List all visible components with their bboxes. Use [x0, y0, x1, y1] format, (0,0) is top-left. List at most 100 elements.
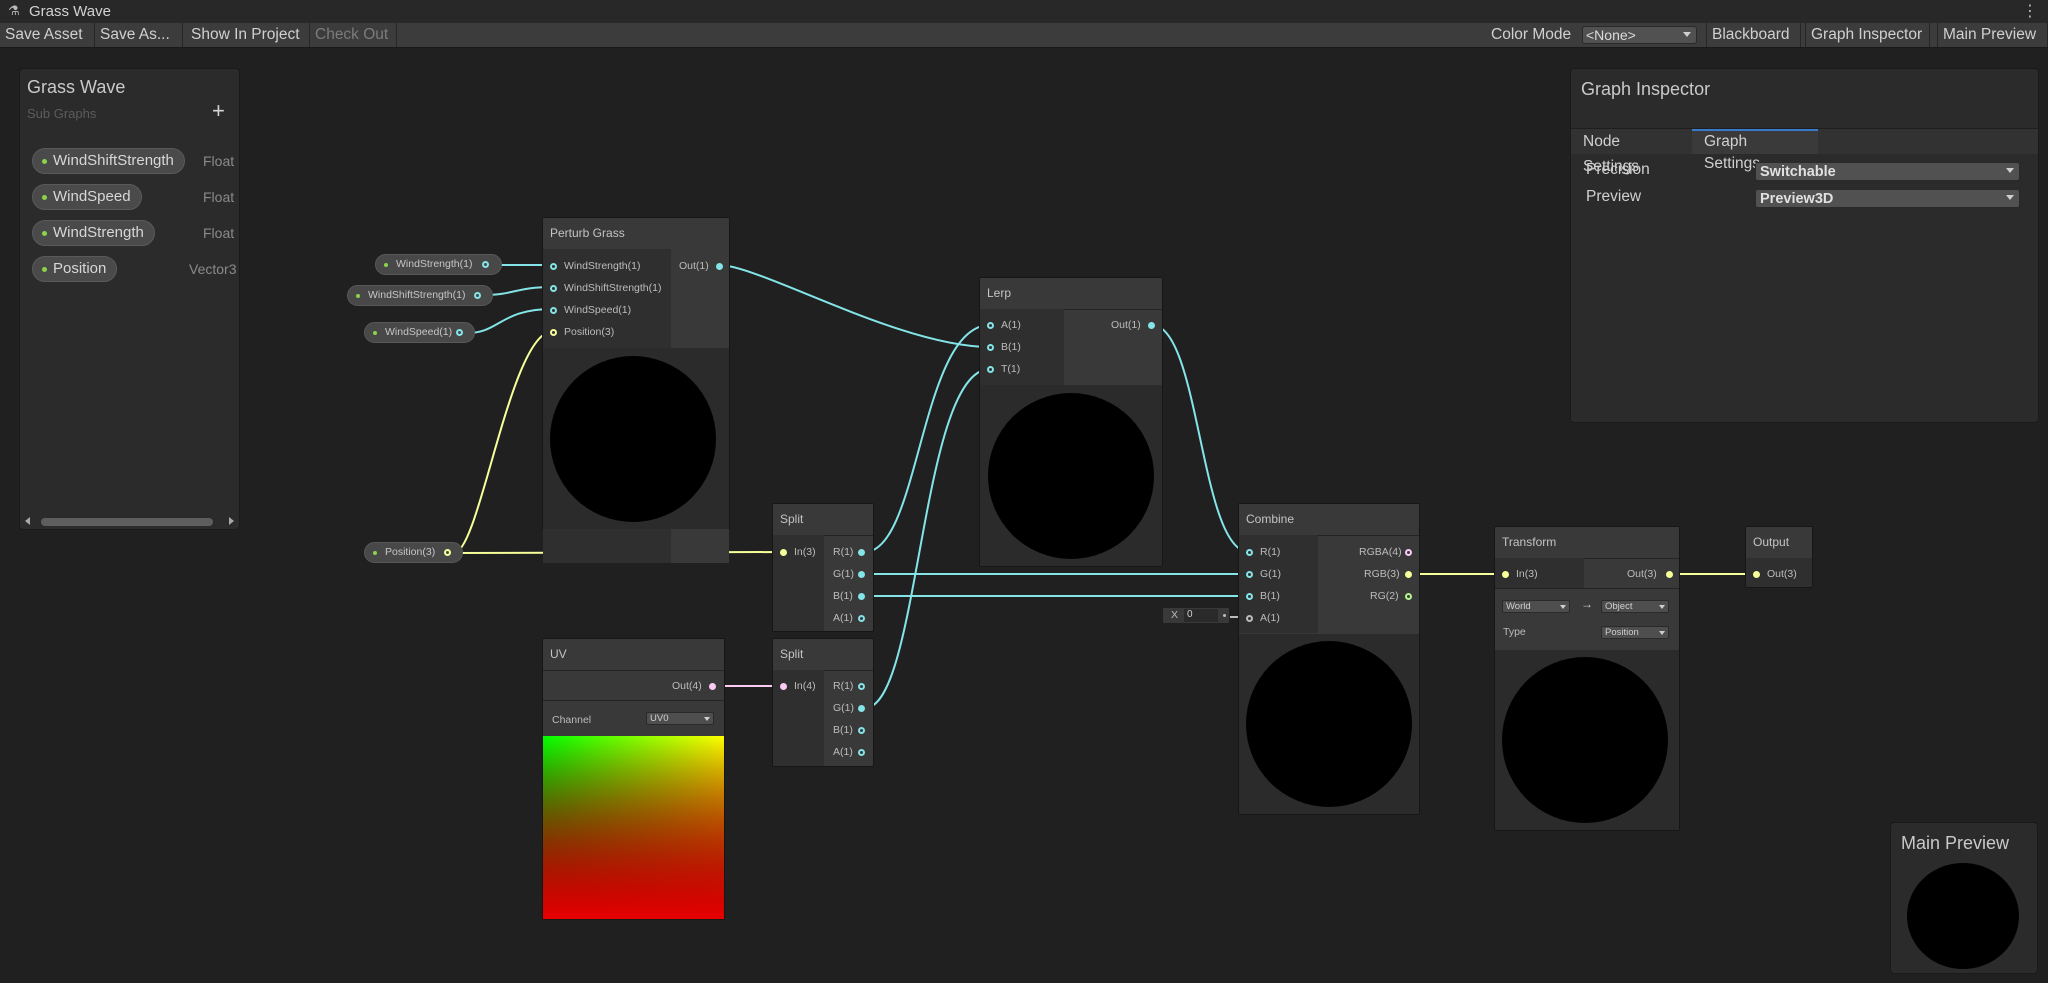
chevron-down-icon: [1659, 631, 1665, 635]
blackboard-toggle[interactable]: Blackboard: [1706, 23, 1801, 47]
combine-node[interactable]: Combine R(1) G(1) B(1) A(1) RGBA(4) RGB(…: [1238, 503, 1420, 815]
scrollbar-thumb[interactable]: [41, 518, 213, 526]
property-node-windshiftstrength[interactable]: WindShiftStrength(1): [347, 285, 493, 306]
main-preview-title: Main Preview: [1901, 833, 2010, 853]
port-dot[interactable]: [550, 329, 557, 336]
perturb-grass-node[interactable]: Perturb Grass WindStrength(1) WindShiftS…: [542, 217, 730, 563]
port-dot[interactable]: [858, 727, 865, 734]
blackboard-property[interactable]: WindSpeed: [32, 184, 142, 210]
property-type: Float: [203, 189, 235, 205]
port-label: In(3): [1516, 568, 1538, 580]
port-dot[interactable]: [1148, 322, 1155, 329]
output-node[interactable]: Output Out(3): [1745, 526, 1813, 588]
color-mode-value: <None>: [1586, 27, 1636, 43]
port-label: WindStrength(1): [564, 260, 641, 272]
show-in-project-button[interactable]: Show In Project: [186, 23, 310, 47]
horizontal-scrollbar[interactable]: [23, 514, 236, 528]
port-dot[interactable]: [987, 366, 994, 373]
blackboard-property[interactable]: Position: [32, 256, 118, 282]
precision-dropdown[interactable]: Switchable: [1755, 162, 2020, 181]
port-dot[interactable]: [858, 683, 865, 690]
tab-graph-settings[interactable]: Graph Settings: [1692, 129, 1818, 172]
save-asset-button[interactable]: Save Asset: [0, 23, 95, 47]
channel-value: UV0: [650, 713, 669, 724]
port-dot[interactable]: [1502, 571, 1509, 578]
port-dot[interactable]: [858, 615, 865, 622]
property-dot: [42, 231, 47, 236]
split-node-2[interactable]: Split In(4) R(1) G(1) B(1) A(1): [772, 638, 874, 767]
split-node[interactable]: Split In(3) R(1) G(1) B(1) A(1): [772, 503, 874, 632]
port-dot[interactable]: [987, 322, 994, 329]
port-dot[interactable]: [550, 285, 557, 292]
port-dot[interactable]: [709, 683, 716, 690]
graph-inspector-toggle[interactable]: Graph Inspector: [1805, 23, 1930, 47]
port-dot[interactable]: [550, 307, 557, 314]
node-title: Perturb Grass: [543, 218, 729, 250]
blackboard-property[interactable]: WindStrength: [32, 220, 155, 246]
port-dot[interactable]: [444, 549, 451, 556]
transform-to-dropdown[interactable]: Object: [1601, 600, 1669, 613]
uv-node[interactable]: UV Out(4) Channel UV0: [542, 638, 725, 920]
scroll-right-icon[interactable]: [229, 517, 234, 525]
port-dot[interactable]: [716, 263, 723, 270]
property-node-windspeed[interactable]: WindSpeed(1): [364, 322, 475, 343]
property-node-windstrength[interactable]: WindStrength(1): [375, 254, 502, 275]
node-preview: [543, 348, 729, 529]
port-dot[interactable]: [550, 263, 557, 270]
x-input[interactable]: 0: [1184, 609, 1218, 622]
chevron-down-icon: [1560, 605, 1566, 609]
port-dot[interactable]: [780, 549, 787, 556]
blackboard-property[interactable]: WindShiftStrength: [32, 148, 185, 174]
blackboard-subtitle: Sub Graphs: [27, 106, 97, 121]
port-dot[interactable]: [987, 344, 994, 351]
port-dot[interactable]: [858, 593, 865, 600]
port-dot[interactable]: [1405, 549, 1412, 556]
property-dot: [42, 195, 47, 200]
port-dot[interactable]: [858, 571, 865, 578]
combine-a-default-field[interactable]: X 0: [1162, 607, 1230, 624]
port-label: Out(4): [672, 680, 702, 692]
port-dot[interactable]: [780, 683, 787, 690]
port-dot[interactable]: [474, 292, 481, 299]
port-dot[interactable]: [1246, 571, 1253, 578]
port-dot[interactable]: [1246, 615, 1253, 622]
port-dot[interactable]: [1666, 571, 1673, 578]
save-as-button[interactable]: Save As...: [95, 23, 183, 47]
transform-node[interactable]: Transform In(3) Out(3) World → Object Ty…: [1494, 526, 1680, 831]
check-out-button: Check Out: [310, 23, 397, 47]
main-preview-toggle[interactable]: Main Preview: [1937, 23, 2048, 47]
port-dot[interactable]: [1405, 571, 1412, 578]
transform-from-dropdown[interactable]: World: [1502, 600, 1570, 613]
port-dot[interactable]: [858, 549, 865, 556]
port-dot[interactable]: [482, 261, 489, 268]
x-label: X: [1171, 609, 1179, 621]
window-titlebar: ⚗ Grass Wave ⋮: [0, 0, 2048, 23]
main-preview-panel[interactable]: Main Preview: [1890, 822, 2038, 974]
property-type: Float: [203, 225, 235, 241]
node-title: Lerp: [980, 278, 1162, 310]
edge-perturb-lerp: [718, 264, 991, 348]
port-dot[interactable]: [1246, 549, 1253, 556]
port-dot[interactable]: [1405, 593, 1412, 600]
port-dot[interactable]: [1246, 593, 1253, 600]
port-dot[interactable]: [1753, 571, 1760, 578]
preview-dropdown[interactable]: Preview3D: [1755, 189, 2020, 208]
color-mode-dropdown[interactable]: <None>: [1582, 26, 1697, 44]
channel-dropdown[interactable]: UV0: [646, 712, 714, 725]
type-label: Type: [1503, 626, 1526, 638]
port-dot[interactable]: [456, 329, 463, 336]
port-label: B(1): [1260, 590, 1280, 602]
port-dot[interactable]: [858, 749, 865, 756]
property-node-position[interactable]: Position(3): [364, 542, 463, 563]
add-property-icon[interactable]: +: [212, 98, 225, 124]
transform-type-dropdown[interactable]: Position: [1601, 626, 1669, 639]
lerp-node[interactable]: Lerp A(1) B(1) T(1) Out(1): [979, 277, 1163, 567]
port-label: R(1): [833, 546, 854, 558]
more-options-icon[interactable]: ⋮: [2022, 1, 2038, 21]
scroll-left-icon[interactable]: [25, 517, 30, 525]
property-dot: [373, 331, 377, 335]
tab-node-settings[interactable]: Node Settings: [1571, 129, 1692, 175]
port-label: G(1): [1260, 568, 1281, 580]
port-dot[interactable]: [858, 705, 865, 712]
property-dot: [42, 267, 47, 272]
